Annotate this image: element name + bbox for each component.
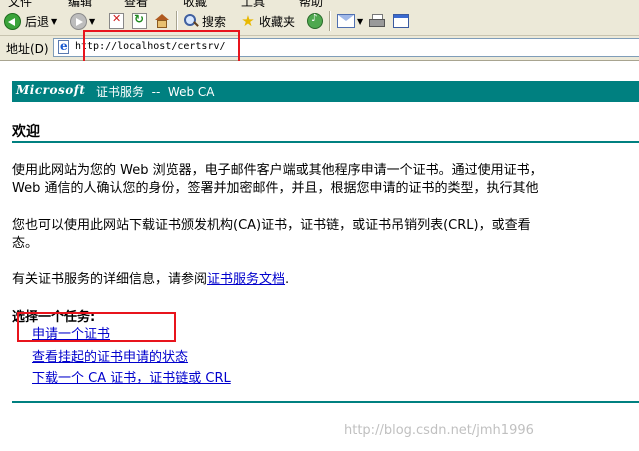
pending-status-link[interactable]: 查看挂起的证书申请的状态 <box>32 346 188 365</box>
refresh-button[interactable] <box>132 12 147 30</box>
menu-bar: 文件 编辑 查看 收藏 工具 帮助 <box>0 0 639 9</box>
docs-paragraph: 有关证书服务的详细信息，请参阅证书服务文档. <box>12 268 289 287</box>
mail-icon <box>337 14 355 28</box>
stop-icon <box>109 12 124 29</box>
print-button[interactable] <box>369 12 385 30</box>
search-icon <box>184 14 198 28</box>
page-content: Microsoft 证书服务 -- Web CA 欢迎 使用此网站为您的 Web… <box>0 61 639 451</box>
refresh-icon <box>132 12 147 29</box>
back-icon <box>4 12 21 30</box>
forward-icon <box>70 12 87 30</box>
favorites-icon: ★ <box>241 12 255 30</box>
docs-link[interactable]: 证书服务文档 <box>207 272 285 287</box>
back-button[interactable]: 后退 ▼ <box>4 12 57 30</box>
mail-button[interactable]: ▼ <box>337 12 363 30</box>
edit-icon <box>393 14 409 28</box>
search-label: 搜索 <box>202 14 227 29</box>
watermark: http://blog.csdn.net/jmh1996 <box>344 423 534 438</box>
ie-page-icon <box>57 39 71 55</box>
footer-divider <box>12 401 639 403</box>
microsoft-logo: Microsoft <box>16 83 86 97</box>
intro-line-2: Web 通信的人确认您的身份，签署并加密邮件，并且，根据您申请的证书的类型，执行… <box>12 181 539 196</box>
page-heading: 欢迎 <box>12 124 40 140</box>
favorites-button[interactable]: ★ 收藏夹 <box>240 12 295 30</box>
forward-dropdown-icon[interactable]: ▼ <box>89 17 95 26</box>
favorites-label: 收藏夹 <box>259 14 296 29</box>
mail-dropdown-icon[interactable]: ▼ <box>357 17 363 26</box>
toolbar-separator <box>176 11 178 31</box>
print-icon <box>369 14 385 28</box>
heading-divider <box>12 141 639 143</box>
stop-button[interactable] <box>109 12 124 30</box>
banner: Microsoft 证书服务 -- Web CA <box>12 81 639 102</box>
edit-button[interactable] <box>393 12 409 30</box>
toolbar-separator <box>329 11 331 31</box>
docs-prefix: 有关证书服务的详细信息，请参阅 <box>12 272 208 287</box>
back-label: 后退 <box>25 14 50 29</box>
forward-button[interactable]: ▼ <box>70 12 95 30</box>
docs-suffix: . <box>285 272 290 287</box>
media-button[interactable] <box>307 12 323 30</box>
media-icon <box>307 13 323 29</box>
task-highlight-box <box>17 312 176 342</box>
home-button[interactable] <box>155 12 169 30</box>
banner-title: 证书服务 -- Web CA <box>96 85 215 99</box>
home-icon <box>155 14 169 28</box>
download-line-1: 您也可以使用此网站下载证书颁发机构(CA)证书，证书链，或证书吊销列表(CRL)… <box>12 218 531 233</box>
back-dropdown-icon[interactable]: ▼ <box>51 17 57 26</box>
intro-line-1: 使用此网站为您的 Web 浏览器，电子邮件客户端或其他程序申请一个证书。通过使用… <box>12 163 543 178</box>
download-ca-link[interactable]: 下载一个 CA 证书，证书链或 CRL <box>32 367 231 386</box>
search-button[interactable]: 搜索 <box>184 12 226 30</box>
download-line-2: 态。 <box>12 236 39 251</box>
address-label: 地址(D) <box>6 42 49 56</box>
